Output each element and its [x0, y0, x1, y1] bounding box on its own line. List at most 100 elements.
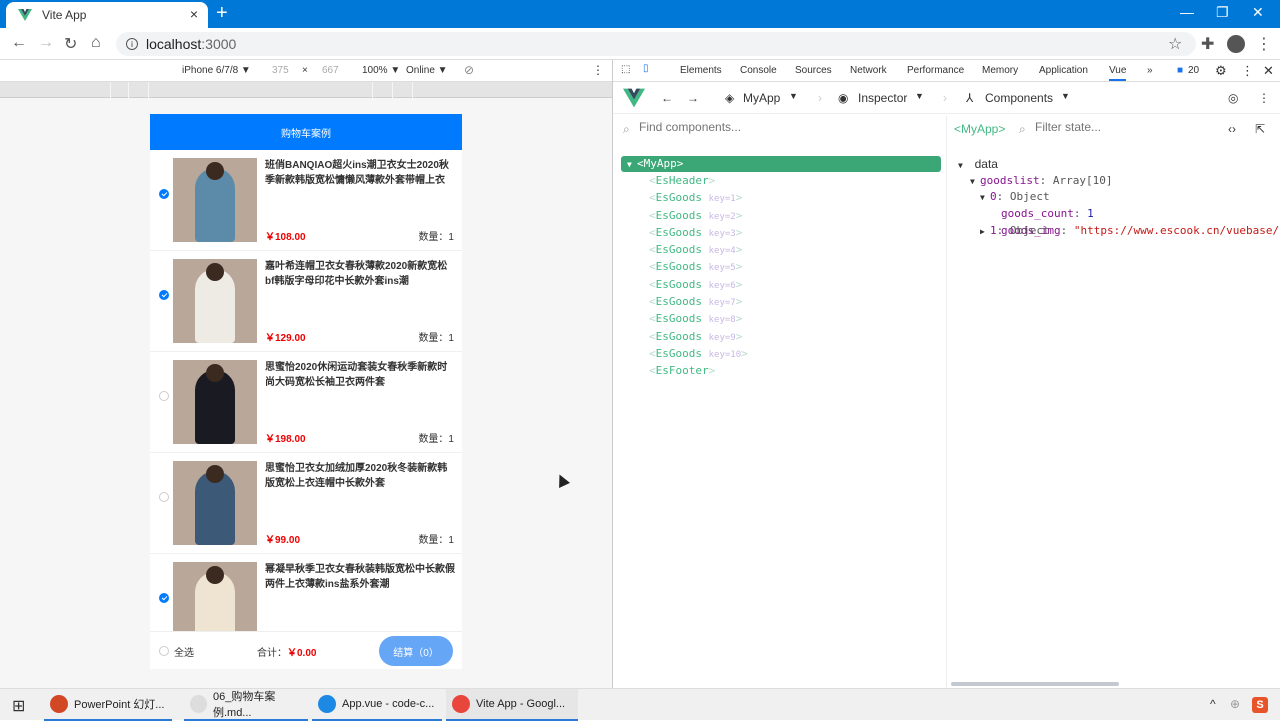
close-tab-icon[interactable]: × [190, 6, 198, 22]
taskbar-item[interactable]: 06_购物车案例.md... [184, 689, 308, 721]
profile-avatar-icon[interactable] [1227, 35, 1245, 53]
devtools-tab-elements[interactable]: Elements [680, 65, 722, 76]
vue-menu-icon[interactable]: ⋮ [1258, 91, 1270, 105]
device-height-input[interactable]: 667 [322, 65, 339, 76]
tree-node[interactable]: <EsGoods key=10> [621, 345, 941, 362]
rotate-icon[interactable]: ⊘ [464, 63, 474, 77]
bookmark-star-icon[interactable]: ☆ [1168, 34, 1182, 54]
reload-icon[interactable]: ↻ [64, 34, 77, 54]
info-icon[interactable]: i [126, 38, 138, 50]
goods-checkbox[interactable] [159, 391, 169, 401]
expand-icon[interactable]: ▼ [970, 174, 980, 191]
devtools-tab-memory[interactable]: Memory [982, 65, 1018, 76]
state-goodslist[interactable]: ▼ goodslist: Array[10] [958, 173, 1280, 190]
devtools-tab-console[interactable]: Console [740, 65, 777, 76]
tray-expand-icon[interactable]: ^ [1210, 697, 1216, 711]
tab-title: Vite App [42, 8, 87, 22]
devtools-tab-sources[interactable]: Sources [795, 65, 832, 76]
tree-node[interactable]: <EsGoods key=5> [621, 258, 941, 275]
state-prop[interactable]: goods_count: 1 [958, 206, 1280, 223]
device-width-input[interactable]: 375 [272, 65, 289, 76]
goods-checkbox[interactable] [159, 492, 169, 502]
tray-network-icon[interactable]: ⊕ [1230, 697, 1240, 711]
components-select[interactable]: Components [985, 91, 1053, 105]
tree-node[interactable]: <EsGoods key=1> [621, 189, 941, 206]
taskbar-item[interactable]: App.vue - code-c... [312, 689, 442, 721]
media-query-ruler[interactable] [0, 82, 612, 98]
goods-checkbox[interactable] [159, 189, 169, 199]
device-toggle-icon[interactable]: ▯ [643, 63, 649, 74]
tree-node[interactable]: <EsHeader> [621, 172, 941, 189]
tree-node[interactable]: <EsGoods key=2> [621, 207, 941, 224]
inspect-element-icon[interactable]: ⬚ [621, 64, 630, 75]
taskbar-item[interactable]: PowerPoint 幻灯... [44, 689, 172, 721]
network-throttle-select[interactable]: Online ▼ [406, 65, 448, 76]
expand-icon[interactable]: ▼ [980, 190, 990, 207]
tree-node[interactable]: <EsGoods key=9> [621, 328, 941, 345]
tree-node[interactable]: <EsGoods key=3> [621, 224, 941, 241]
collapse-icon[interactable]: ▶ [980, 224, 990, 240]
devtools-tab-network[interactable]: Network [850, 65, 887, 76]
goods-checkbox[interactable] [159, 593, 169, 603]
url-input[interactable]: i localhost:3000 [116, 32, 1196, 56]
devtools-panel: ⬚ ▯ Elements Console Sources Network Perform… [612, 60, 1280, 688]
browser-menu-icon[interactable]: ⋮ [1256, 34, 1272, 54]
extensions-icon[interactable]: ✚ [1201, 34, 1214, 54]
filter-state-input[interactable] [1035, 120, 1215, 134]
taskbar-item[interactable]: Vite App - Googl... [446, 689, 578, 721]
expand-icon[interactable]: ▼ [958, 158, 968, 175]
inspector-dropdown-icon[interactable]: ▼ [915, 91, 924, 101]
components-dropdown-icon[interactable]: ▼ [1061, 91, 1070, 101]
devtools-close-icon[interactable]: ✕ [1263, 63, 1274, 79]
app-select[interactable]: MyApp [743, 91, 780, 105]
expand-icon[interactable]: ▼ [627, 157, 637, 173]
select-all-label[interactable]: 全选 [174, 644, 194, 659]
devtools-tab-vue[interactable]: Vue [1109, 65, 1127, 81]
browser-tab[interactable]: Vite App × [6, 2, 208, 28]
state-item-0[interactable]: ▼ 0: Object [958, 189, 1280, 206]
devtools-menu-icon[interactable]: ⋮ [1241, 63, 1254, 79]
settle-button[interactable]: 结算（0） [379, 636, 453, 666]
windows-start-icon[interactable]: ⊞ [12, 696, 25, 716]
restore-icon[interactable]: ❐ [1216, 4, 1229, 21]
find-components-input[interactable] [639, 120, 919, 134]
state-section-data[interactable]: ▼ data [958, 156, 1280, 173]
horizontal-scrollbar[interactable] [951, 682, 1119, 686]
window-close-icon[interactable]: ✕ [1252, 4, 1264, 21]
device-menu-icon[interactable]: ⋮ [592, 63, 604, 77]
app-dropdown-icon[interactable]: ▼ [789, 91, 798, 101]
vue-forward-icon[interactable]: → [687, 91, 699, 105]
devtools-tab-performance[interactable]: Performance [907, 65, 964, 76]
home-icon[interactable]: ⌂ [91, 34, 101, 52]
component-key: key=10 [708, 349, 742, 360]
devtools-tab-application[interactable]: Application [1039, 65, 1088, 76]
issues-icon[interactable]: ■ [1177, 65, 1183, 76]
issues-count[interactable]: 20 [1188, 65, 1199, 76]
tree-node[interactable]: <EsFooter> [621, 362, 941, 379]
tree-node-root[interactable]: ▼ <MyApp> [621, 156, 941, 172]
new-tab-button[interactable]: + [216, 3, 228, 23]
tree-node[interactable]: <EsGoods key=7> [621, 293, 941, 310]
inspector-select[interactable]: Inspector [858, 91, 907, 105]
tree-node[interactable]: <EsGoods key=4> [621, 241, 941, 258]
panel-divider[interactable] [946, 116, 947, 688]
devtools-settings-icon[interactable]: ⚙ [1215, 63, 1227, 79]
tree-node[interactable]: <EsGoods key=8> [621, 310, 941, 327]
tree-node[interactable]: <EsGoods key=6> [621, 276, 941, 293]
select-all-checkbox[interactable] [159, 646, 169, 656]
devtools-more-tabs-icon[interactable]: » [1147, 65, 1153, 76]
vue-devtools-logo-icon [623, 88, 645, 108]
device-select[interactable]: iPhone 6/7/8 ▼ [182, 65, 251, 76]
vue-back-icon[interactable]: ← [661, 91, 673, 105]
forward-icon[interactable]: → [38, 34, 54, 52]
total: 合计：￥0.00 [257, 644, 316, 659]
goods-name: 班俏BANQIAO超火ins潮卫衣女士2020秋季新款韩版宽松慵懒风薄款外套带帽… [265, 160, 449, 186]
open-external-icon[interactable]: ⇱ [1255, 122, 1265, 136]
tray-sogou-icon[interactable]: S [1252, 697, 1268, 713]
select-component-target-icon[interactable]: ◎ [1228, 91, 1238, 105]
minimize-icon[interactable]: — [1180, 4, 1194, 20]
goods-checkbox[interactable] [159, 290, 169, 300]
open-source-icon[interactable]: ‹› [1228, 122, 1236, 136]
back-icon[interactable]: ← [11, 34, 27, 52]
zoom-select[interactable]: 100% ▼ [362, 65, 400, 76]
